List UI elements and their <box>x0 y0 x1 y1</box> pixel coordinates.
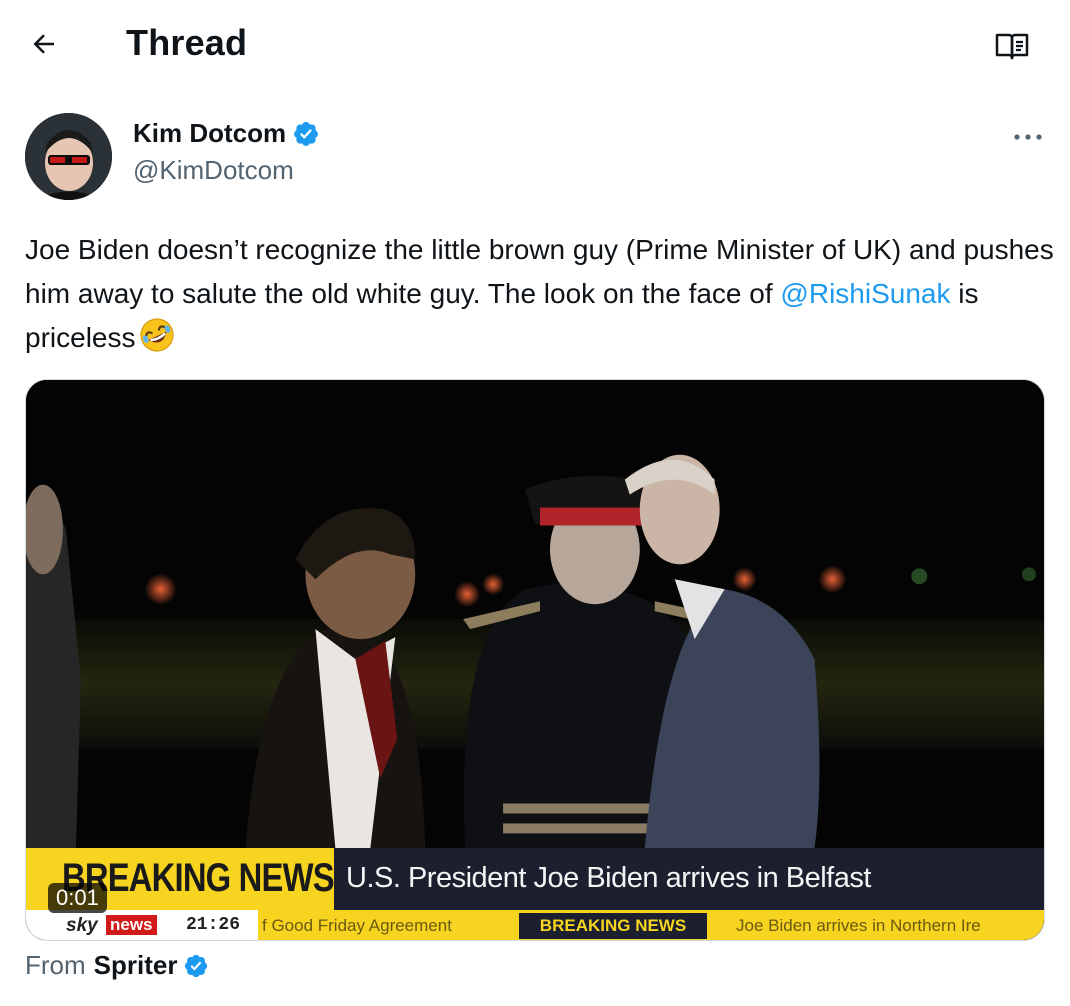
thread-header: Thread <box>0 0 1070 88</box>
back-button[interactable] <box>24 24 64 64</box>
ticker-clock: 21:26 <box>186 915 241 935</box>
mention-link[interactable]: @RishiSunak <box>780 278 950 309</box>
reader-mode-button[interactable] <box>990 26 1034 66</box>
ticker-text-2: Joe Biden arrives in Northern Ire <box>736 916 981 935</box>
video-player[interactable]: BREAKING NEWS U.S. President Joe Biden a… <box>25 379 1045 941</box>
reader-mode-icon <box>995 33 1029 60</box>
verified-badge-icon <box>185 954 208 977</box>
ticker-breaking-label: BREAKING NEWS <box>519 913 707 939</box>
author-avatar[interactable] <box>25 113 112 200</box>
news-lower-third: BREAKING NEWS U.S. President Joe Biden a… <box>26 848 1044 910</box>
author-name[interactable]: Kim Dotcom <box>133 118 286 149</box>
author-name-row: Kim Dotcom <box>133 118 320 149</box>
rolling-laughing-emoji <box>139 317 175 366</box>
news-logo: news <box>106 915 157 935</box>
back-arrow-icon <box>33 34 54 54</box>
video-timestamp: 0:01 <box>48 883 107 913</box>
ticker-text-1: f Good Friday Agreement <box>262 916 452 935</box>
author-handle[interactable]: @KimDotcom <box>133 155 294 186</box>
source-name-link[interactable]: Spriter <box>94 950 178 981</box>
news-headline: U.S. President Joe Biden arrives in Belf… <box>346 862 871 894</box>
more-icon <box>1014 134 1042 140</box>
tweet-text: Joe Biden doesn’t recognize the little b… <box>25 228 1055 366</box>
more-options-button[interactable] <box>1006 120 1050 154</box>
media-source: From Spriter <box>25 950 209 981</box>
ticker-brand-block: sky news 21:26 <box>26 910 258 940</box>
sky-logo: sky <box>66 915 98 936</box>
page-title: Thread <box>126 22 248 63</box>
headline-block: U.S. President Joe Biden arrives in Belf… <box>334 848 1044 910</box>
verified-badge-icon <box>294 121 319 146</box>
source-prefix: From <box>25 950 86 980</box>
news-ticker: sky news 21:26 f Good Friday Agreement B… <box>26 910 1044 940</box>
